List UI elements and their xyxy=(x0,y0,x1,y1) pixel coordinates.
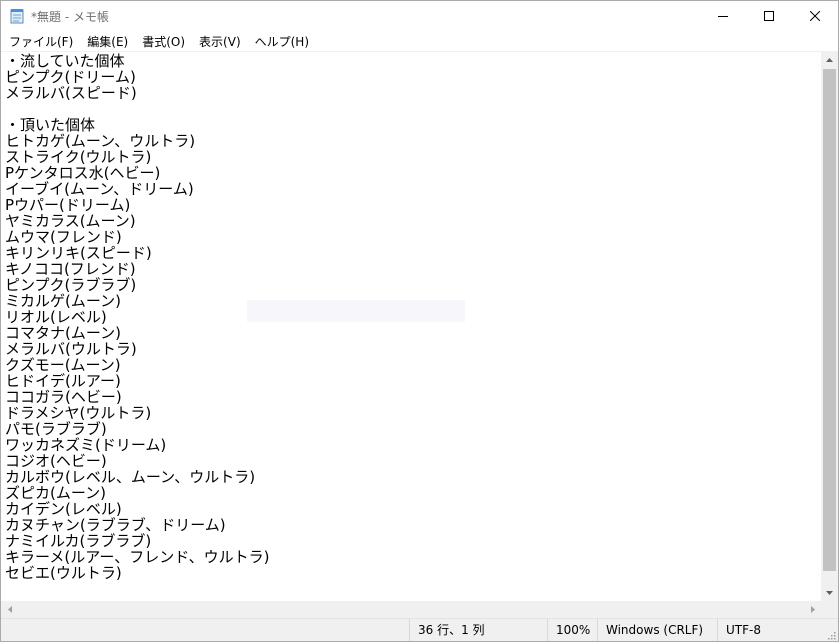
menu-view[interactable]: 表示(V) xyxy=(192,31,248,51)
status-line-ending: Windows (CRLF) xyxy=(597,619,716,641)
horizontal-scrollbar[interactable] xyxy=(1,601,821,618)
scroll-right-icon xyxy=(810,606,815,613)
minimize-button[interactable] xyxy=(700,1,746,31)
scroll-right-button[interactable] xyxy=(804,601,821,618)
scroll-left-icon xyxy=(7,606,12,613)
resize-grip-icon[interactable] xyxy=(826,630,836,640)
status-bar: 36 行、1 列 100% Windows (CRLF) UTF-8 xyxy=(1,618,838,641)
vertical-scroll-thumb[interactable] xyxy=(823,69,836,571)
notepad-icon xyxy=(10,9,24,24)
scroll-down-button[interactable] xyxy=(821,584,838,601)
maximize-icon xyxy=(764,11,774,21)
menu-file[interactable]: ファイル(F) xyxy=(1,31,80,51)
scroll-up-button[interactable] xyxy=(821,51,838,68)
menu-format[interactable]: 書式(O) xyxy=(135,31,192,51)
scroll-left-button[interactable] xyxy=(1,601,18,618)
menu-bar: ファイル(F) 編集(E) 書式(O) 表示(V) ヘルプ(H) xyxy=(1,31,838,51)
scroll-up-icon xyxy=(826,57,833,62)
status-zoom: 100% xyxy=(547,619,598,641)
window-title: *無題 - メモ帳 xyxy=(31,10,109,24)
faint-overlay xyxy=(247,300,465,322)
title-bar[interactable]: *無題 - メモ帳 xyxy=(1,1,838,31)
vertical-scrollbar[interactable] xyxy=(821,51,838,601)
notepad-window: *無題 - メモ帳 ファイル(F) 編集(E) 書式(O) 表示(V) ヘルプ(… xyxy=(0,0,839,642)
menu-edit[interactable]: 編集(E) xyxy=(80,31,135,51)
menu-help[interactable]: ヘルプ(H) xyxy=(248,31,316,51)
status-encoding: UTF-8 xyxy=(717,619,826,641)
text-editor[interactable]: ・流していた個体 ピンプク(ドリーム) メラルバ(スピード) ・頂いた個体 ヒト… xyxy=(1,51,821,602)
status-cursor-position: 36 行、1 列 xyxy=(409,619,552,641)
scroll-down-icon xyxy=(826,590,833,595)
close-button[interactable] xyxy=(792,1,838,31)
scrollbar-corner xyxy=(821,601,838,618)
close-icon xyxy=(810,11,820,21)
minimize-icon xyxy=(718,16,728,17)
maximize-button[interactable] xyxy=(746,1,792,31)
